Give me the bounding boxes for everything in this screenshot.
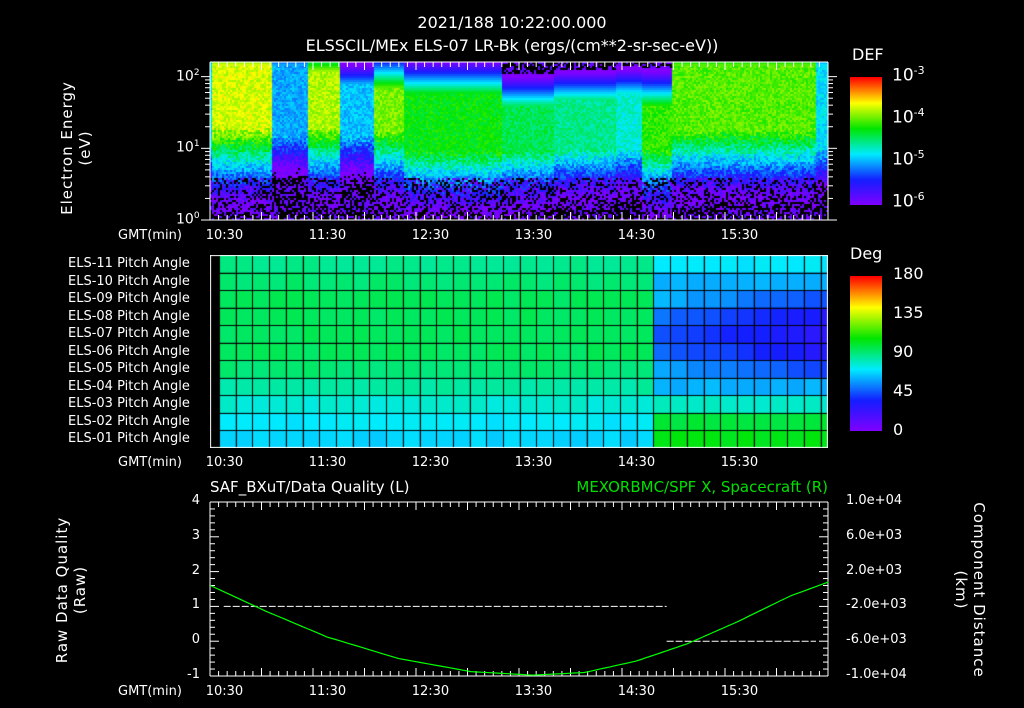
distance-tick-label: -6.0e+03	[846, 632, 907, 648]
quality-tick-label: 3	[191, 527, 200, 543]
quality-tick-label: 1	[191, 597, 200, 613]
quality-tick-label: -1	[187, 667, 200, 682]
time-tick-label: 12:30	[411, 684, 450, 699]
time-tick-label: 11:30	[308, 684, 347, 699]
quality-tick-label: 4	[191, 493, 200, 508]
distance-tick-label: 6.0e+03	[846, 527, 903, 543]
time-tick-label: 10:30	[205, 684, 244, 699]
spf-x-line	[210, 581, 829, 676]
distance-tick-label: 1.0e+04	[846, 493, 903, 508]
quality-tick-label: 2	[191, 562, 200, 578]
time-tick-label: 13:30	[514, 684, 553, 699]
time-tick-label: 14:30	[617, 684, 656, 699]
distance-tick-label: -1.0e+04	[846, 667, 907, 682]
distance-tick-label: -2.0e+03	[846, 597, 907, 613]
time-tick-label: 15:30	[720, 684, 759, 699]
quality-tick-label: 0	[191, 632, 200, 648]
gmt-axis-label: GMT(min)	[118, 684, 182, 699]
distance-tick-label: 2.0e+03	[846, 562, 903, 578]
